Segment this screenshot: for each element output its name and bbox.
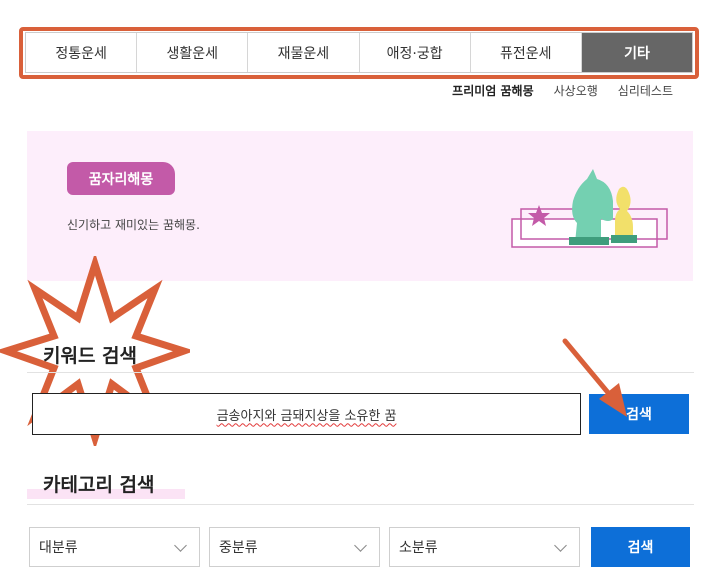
minor-category-select[interactable]: 소분류 bbox=[389, 527, 580, 567]
select-value: 중분류 bbox=[219, 540, 258, 556]
tab-love[interactable]: 애정·궁합 bbox=[359, 33, 471, 72]
tab-wealth[interactable]: 재물운세 bbox=[248, 33, 360, 72]
banner-badge: 꿈자리해몽 bbox=[67, 162, 175, 195]
arrow-annotation bbox=[562, 338, 627, 417]
tab-life[interactable]: 생활운세 bbox=[137, 33, 249, 72]
keyword-search-title: 키워드 검색 bbox=[43, 345, 138, 367]
divider bbox=[27, 504, 694, 505]
chevron-down-icon bbox=[354, 539, 367, 552]
chess-piece-illustration bbox=[511, 169, 668, 248]
select-value: 소분류 bbox=[399, 540, 438, 556]
tab-fusion[interactable]: 퓨전운세 bbox=[470, 33, 582, 72]
major-category-select[interactable]: 대분류 bbox=[29, 527, 200, 567]
category-search-button[interactable]: 검색 bbox=[591, 527, 690, 567]
sub-navigation: 프리미엄 꿈해몽 사상오행 심리테스트 bbox=[452, 82, 673, 99]
category-tabs: 정통운세 생활운세 재물운세 애정·궁합 퓨전운세 기타 bbox=[25, 32, 693, 73]
keyword-search-input[interactable]: 금송아지와 금돼지상을 소유한 꿈 bbox=[32, 393, 581, 435]
chevron-down-icon bbox=[554, 539, 567, 552]
banner-description: 신기하고 재미있는 꿈해몽. bbox=[67, 218, 200, 232]
keyword-search-value: 금송아지와 금돼지상을 소유한 꿈 bbox=[216, 408, 397, 424]
category-search-title: 카테고리 검색 bbox=[43, 474, 155, 496]
subnav-premium-dream[interactable]: 프리미엄 꿈해몽 bbox=[452, 82, 533, 99]
middle-category-select[interactable]: 중분류 bbox=[209, 527, 380, 567]
tab-etc[interactable]: 기타 bbox=[581, 33, 693, 72]
chevron-down-icon bbox=[174, 539, 187, 552]
select-value: 대분류 bbox=[39, 540, 78, 556]
subnav-psych-test[interactable]: 심리테스트 bbox=[618, 82, 673, 99]
tab-traditional[interactable]: 정통운세 bbox=[26, 33, 138, 72]
subnav-four-elements[interactable]: 사상오행 bbox=[554, 82, 598, 99]
